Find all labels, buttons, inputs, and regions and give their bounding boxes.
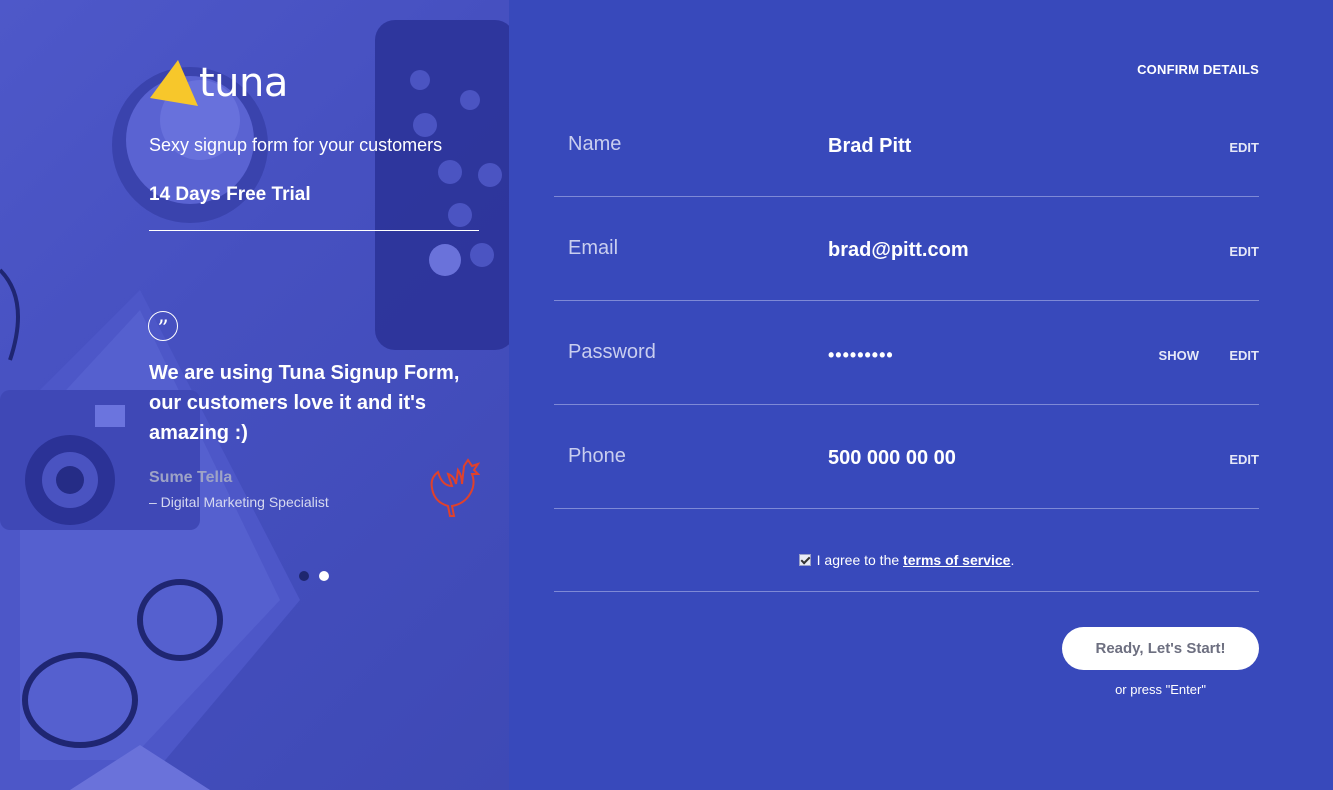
field-row-name: Name Brad Pitt EDIT xyxy=(554,93,1259,197)
agree-prefix-text: I agree to the xyxy=(816,552,904,568)
field-label: Email xyxy=(568,237,619,259)
field-row-email: Email brad@pitt.com EDIT xyxy=(554,197,1259,301)
terms-checkbox[interactable] xyxy=(798,554,811,566)
confirm-details-panel: CONFIRM DETAILS Name Brad Pitt EDIT Emai… xyxy=(509,0,1333,790)
edit-phone-button[interactable]: EDIT xyxy=(1229,452,1259,467)
field-label: Name xyxy=(568,133,622,155)
left-hero-panel: tuna Sexy signup form for your customers… xyxy=(0,0,509,790)
field-value: brad@pitt.com xyxy=(828,239,969,261)
hero-divider xyxy=(149,230,479,231)
agree-suffix-text: . xyxy=(1010,552,1015,568)
field-label: Phone xyxy=(568,445,626,467)
carousel-dot-2[interactable] xyxy=(319,571,329,581)
field-row-phone: Phone 500 000 00 00 EDIT xyxy=(554,405,1259,509)
testimonial-author: Sume Tella xyxy=(149,469,233,486)
field-value: Brad Pitt xyxy=(828,135,912,157)
carousel-dots xyxy=(299,571,329,581)
tagline: Sexy signup form for your customers xyxy=(149,135,443,155)
rooster-icon xyxy=(430,458,480,517)
field-row-password: Password ••••••••• SHOW EDIT xyxy=(554,301,1259,405)
edit-name-button[interactable]: EDIT xyxy=(1229,140,1259,155)
logo-wordmark: tuna xyxy=(199,60,288,106)
show-password-button[interactable]: SHOW xyxy=(1159,348,1199,363)
edit-email-button[interactable]: EDIT xyxy=(1229,244,1259,259)
enter-key-hint: or press "Enter" xyxy=(1115,682,1206,697)
logo-triangle-icon xyxy=(150,60,198,106)
terms-agreement-row: I agree to the terms of service. xyxy=(554,509,1259,592)
carousel-dot-1[interactable] xyxy=(299,571,309,581)
edit-password-button[interactable]: EDIT xyxy=(1229,348,1259,363)
tuna-logo: tuna xyxy=(148,56,288,110)
terms-of-service-link[interactable]: terms of service xyxy=(903,552,1010,568)
field-label: Password xyxy=(568,341,656,363)
ready-start-button[interactable]: Ready, Let's Start! xyxy=(1062,627,1259,670)
quote-icon: ” xyxy=(148,311,178,341)
testimonial-role: – Digital Marketing Specialist xyxy=(149,494,329,510)
field-value: 500 000 00 00 xyxy=(828,447,956,469)
panel-title: CONFIRM DETAILS xyxy=(1137,62,1259,77)
testimonial-text: We are using Tuna Signup Form, our custo… xyxy=(149,362,460,444)
password-masked-value: ••••••••• xyxy=(828,345,894,365)
trial-heading: 14 Days Free Trial xyxy=(149,184,311,205)
